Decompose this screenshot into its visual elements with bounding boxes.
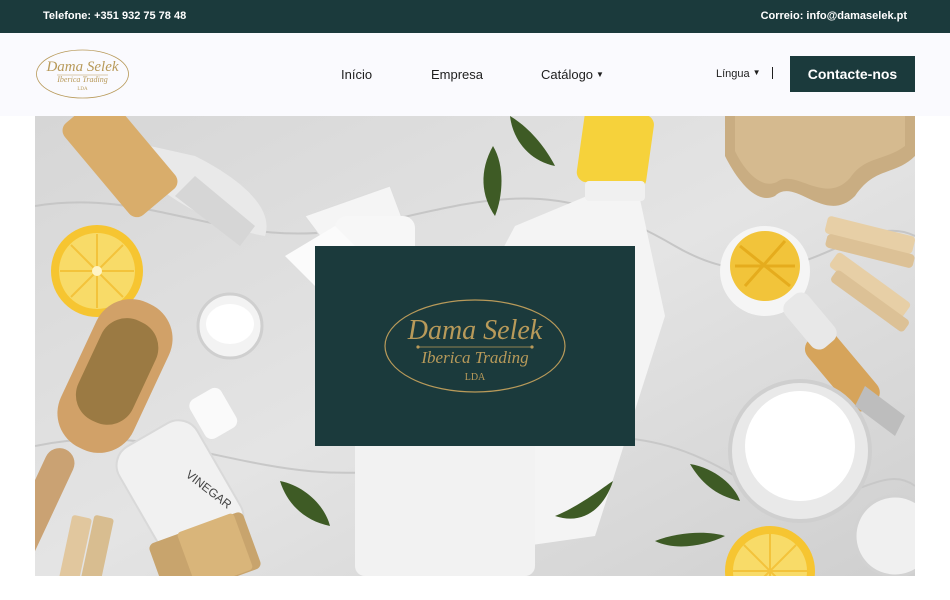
header-divider — [772, 67, 773, 79]
nav-item-empresa[interactable]: Empresa — [431, 67, 483, 82]
logo-subtitle: Iberica Trading — [56, 75, 107, 84]
nav-item-catalogo-label: Catálogo — [541, 67, 594, 82]
hero-brand-subtitle: Iberica Trading — [420, 348, 528, 367]
phone-text[interactable]: Telefone: +351 932 75 78 48 — [43, 10, 186, 22]
contact-button[interactable]: Contacte-nos — [790, 56, 915, 92]
top-info-bar: Telefone: +351 932 75 78 48 Correio: inf… — [0, 0, 950, 33]
hero-brand-name: Dama Selek — [407, 315, 543, 346]
main-header: Dama Selek Iberica Trading LDA Início Em… — [0, 33, 950, 116]
hero-brand-suffix: LDA — [465, 372, 486, 383]
logo-brand-name: Dama Selek — [45, 59, 118, 75]
language-label: Língua — [716, 68, 750, 80]
small-jar — [196, 292, 264, 360]
chevron-down-icon: ▼ — [752, 68, 761, 77]
logo-suffix: LDA — [77, 87, 88, 92]
nav-item-inicio[interactable]: Início — [341, 67, 372, 82]
nav-item-catalogo[interactable]: Catálogo ▼ — [541, 67, 604, 82]
hero-logo-card: Dama Selek Iberica Trading LDA — [315, 246, 635, 446]
brand-logo[interactable]: Dama Selek Iberica Trading LDA — [35, 49, 130, 99]
white-bottle-bottom — [355, 436, 535, 576]
email-text[interactable]: Correio: info@damaselek.pt — [761, 10, 907, 22]
chevron-down-icon: ▼ — [596, 70, 604, 79]
language-selector[interactable]: Língua ▼ — [716, 68, 761, 80]
